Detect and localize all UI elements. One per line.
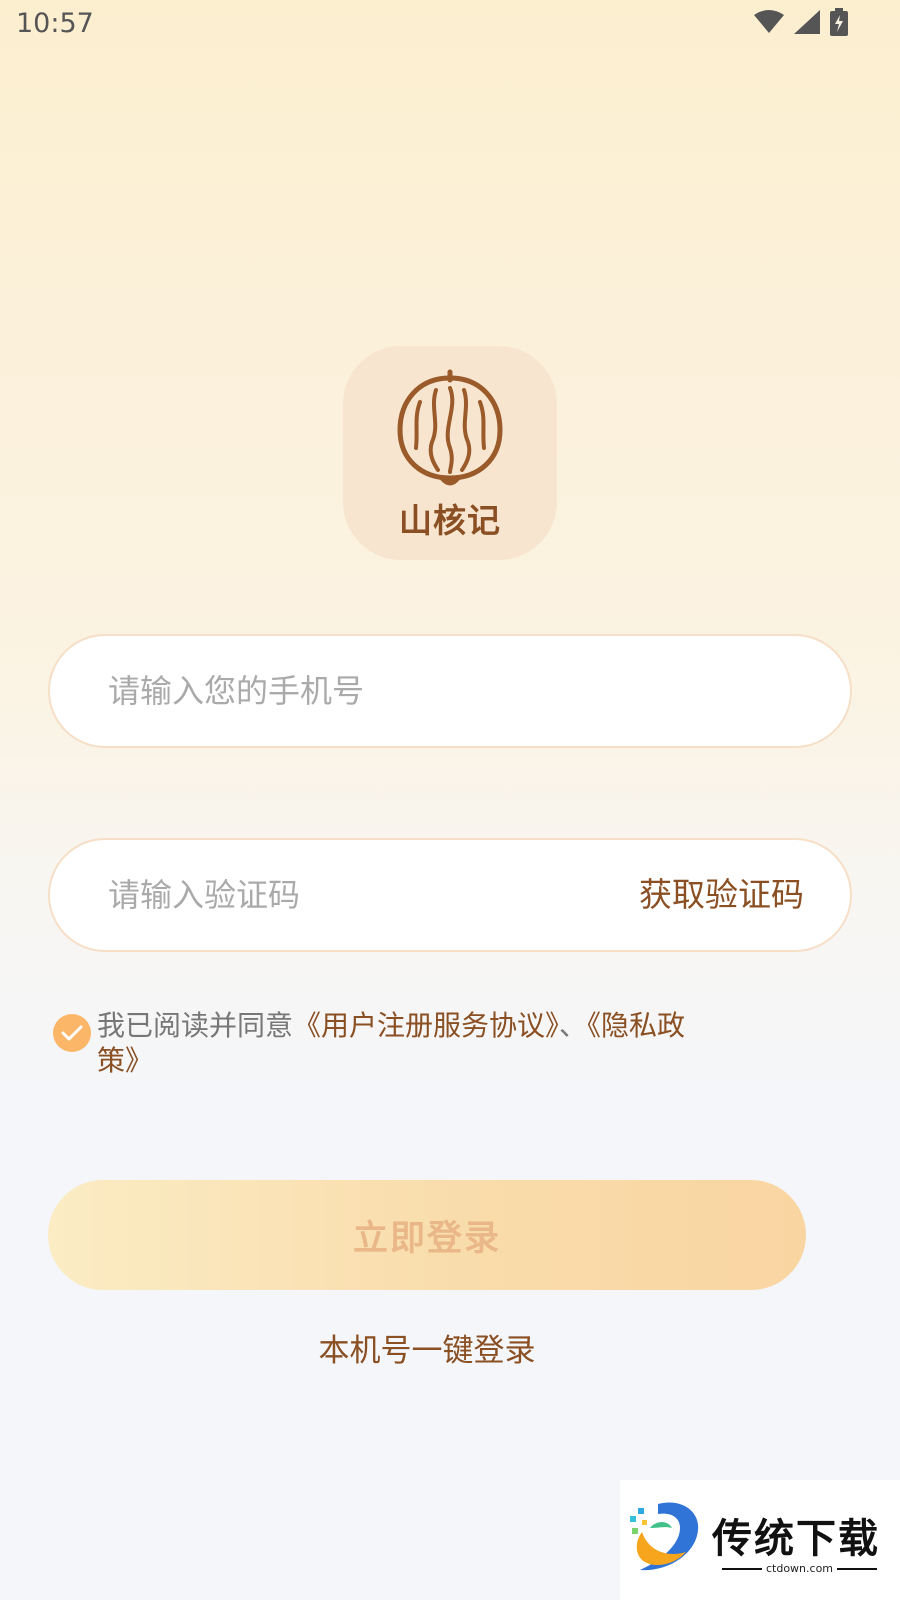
code-input[interactable] [108, 840, 588, 950]
agreement-text: 我已阅读并同意《用户注册服务协议》、《隐私政策》 [97, 1008, 717, 1078]
logo-text: 山核记 [399, 501, 501, 540]
agree-checkbox[interactable] [53, 1014, 91, 1052]
phone-input[interactable] [108, 636, 798, 746]
check-icon [61, 1025, 83, 1041]
one-key-login-link[interactable]: 本机号一键登录 [0, 1325, 854, 1370]
watermark-logo-icon [628, 1498, 704, 1582]
battery-icon [830, 8, 848, 40]
agreement-separator: 、 [559, 1009, 588, 1042]
terms-link[interactable]: 《用户注册服务协议》 [293, 1009, 559, 1042]
agreement-prefix: 我已阅读并同意 [97, 1009, 294, 1042]
walnut-icon [396, 368, 504, 492]
watermark: 传统下载 ctdown.com [620, 1480, 900, 1600]
status-bar: 10:57 [0, 0, 900, 48]
phone-field[interactable] [48, 634, 852, 748]
watermark-title: 传统下载 [712, 1516, 880, 1562]
status-icons [754, 8, 848, 40]
wifi-icon [754, 10, 784, 38]
login-button[interactable]: 立即登录 [48, 1180, 806, 1290]
app-logo: 山核记 [343, 346, 557, 560]
get-code-button[interactable]: 获取验证码 [639, 840, 804, 950]
code-field[interactable]: 获取验证码 [48, 838, 852, 952]
watermark-subtitle: ctdown.com [712, 1562, 887, 1575]
signal-icon [794, 10, 820, 38]
status-time: 10:57 [16, 8, 94, 39]
